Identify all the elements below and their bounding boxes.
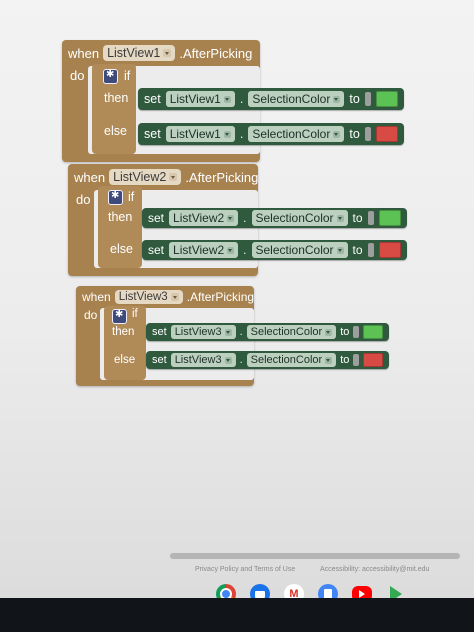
set-block-else[interactable]: set ListView1 . SelectionColor to bbox=[138, 123, 404, 145]
component-dropdown[interactable]: ListView1 bbox=[165, 91, 235, 107]
event-header: when ListView3 .AfterPicking bbox=[76, 286, 254, 308]
component-dropdown[interactable]: ListView3 bbox=[170, 353, 236, 367]
else-label: else bbox=[104, 124, 127, 138]
if-label: if bbox=[124, 69, 131, 83]
event-name: .AfterPicking bbox=[179, 45, 253, 61]
to-label: to bbox=[352, 211, 363, 225]
to-label: to bbox=[340, 326, 350, 338]
chevron-down-icon bbox=[336, 214, 344, 222]
privacy-link[interactable]: Privacy Policy and Terms of Use bbox=[195, 566, 295, 573]
else-label: else bbox=[110, 242, 133, 256]
event-header: when ListView1 .AfterPicking bbox=[62, 40, 252, 66]
else-label: else bbox=[114, 354, 136, 366]
set-label: set bbox=[144, 92, 161, 106]
component-dropdown[interactable]: ListView2 bbox=[109, 169, 182, 185]
chevron-down-icon bbox=[163, 49, 172, 57]
chevron-down-icon bbox=[333, 95, 341, 103]
to-label: to bbox=[340, 354, 350, 366]
event-name: .AfterPicking bbox=[185, 169, 259, 185]
event-header: when ListView2 .AfterPicking bbox=[68, 164, 258, 190]
if-label: if bbox=[128, 190, 135, 204]
set-block-then[interactable]: set ListView3 . SelectionColor to bbox=[146, 323, 390, 341]
set-label: set bbox=[152, 354, 167, 366]
then-label: then bbox=[112, 326, 135, 338]
chevron-down-icon bbox=[325, 328, 333, 336]
dot-separator: . bbox=[239, 127, 244, 141]
color-block-connector bbox=[367, 243, 374, 257]
chevron-down-icon bbox=[227, 246, 235, 254]
set-block-else[interactable]: set ListView3 . SelectionColor to bbox=[146, 351, 390, 369]
dot-separator: . bbox=[239, 326, 243, 338]
color-block-connector bbox=[353, 354, 360, 366]
color-block-connector bbox=[364, 127, 371, 141]
chevron-down-icon bbox=[224, 356, 232, 364]
color-block-connector bbox=[364, 92, 371, 106]
chevron-down-icon bbox=[333, 130, 341, 138]
chevron-down-icon bbox=[169, 173, 178, 181]
dot-separator: . bbox=[239, 354, 243, 366]
then-label: then bbox=[108, 210, 133, 224]
workspace: when ListView1 .AfterPicking do if then … bbox=[0, 0, 474, 604]
set-label: set bbox=[148, 243, 165, 257]
gear-icon[interactable] bbox=[103, 69, 118, 84]
color-red-swatch[interactable] bbox=[375, 126, 398, 142]
chevron-down-icon bbox=[227, 214, 235, 222]
monitor-bezel bbox=[0, 598, 474, 632]
do-label: do bbox=[84, 308, 98, 322]
horizontal-scrollbar[interactable] bbox=[170, 553, 460, 559]
set-label: set bbox=[152, 326, 167, 338]
color-red-swatch[interactable] bbox=[363, 353, 384, 367]
to-label: to bbox=[352, 243, 363, 257]
set-label: set bbox=[144, 127, 161, 141]
set-block-then[interactable]: set ListView2 . SelectionColor to bbox=[142, 208, 407, 228]
set-block-then[interactable]: set ListView1 . SelectionColor to bbox=[138, 88, 404, 110]
color-block-connector bbox=[367, 211, 374, 225]
property-dropdown[interactable]: SelectionColor bbox=[248, 91, 345, 107]
chevron-down-icon bbox=[325, 356, 333, 364]
component-dropdown[interactable]: ListView3 bbox=[170, 325, 236, 339]
dot-separator: . bbox=[239, 92, 244, 106]
when-label: when bbox=[82, 290, 111, 304]
dot-separator: . bbox=[243, 211, 247, 225]
gear-icon[interactable] bbox=[112, 309, 127, 324]
set-block-else[interactable]: set ListView2 . SelectionColor to bbox=[142, 240, 407, 260]
property-dropdown[interactable]: SelectionColor bbox=[246, 325, 337, 339]
color-green-swatch[interactable] bbox=[363, 325, 384, 339]
property-dropdown[interactable]: SelectionColor bbox=[248, 126, 345, 142]
accessibility-link[interactable]: Accessibility: accessibility@mit.edu bbox=[320, 566, 429, 573]
color-green-swatch[interactable] bbox=[375, 91, 398, 107]
if-block[interactable]: if then else bbox=[98, 186, 142, 268]
if-label: if bbox=[132, 308, 138, 320]
color-block-connector bbox=[353, 326, 360, 338]
chevron-down-icon bbox=[223, 130, 231, 138]
event-name: .AfterPicking bbox=[186, 290, 255, 304]
chevron-down-icon bbox=[223, 95, 231, 103]
if-block[interactable]: if then else bbox=[92, 64, 136, 154]
if-block[interactable]: if then else bbox=[104, 306, 146, 380]
do-label: do bbox=[70, 68, 85, 83]
component-dropdown[interactable]: ListView2 bbox=[169, 210, 239, 226]
property-dropdown[interactable]: SelectionColor bbox=[246, 353, 337, 367]
color-green-swatch[interactable] bbox=[378, 210, 401, 226]
property-dropdown[interactable]: SelectionColor bbox=[251, 210, 348, 226]
component-dropdown[interactable]: ListView3 bbox=[114, 290, 183, 304]
chevron-down-icon bbox=[224, 328, 232, 336]
component-dropdown[interactable]: ListView1 bbox=[103, 45, 176, 61]
when-label: when bbox=[74, 169, 106, 185]
to-label: to bbox=[349, 127, 360, 141]
to-label: to bbox=[349, 92, 360, 106]
chevron-down-icon bbox=[336, 246, 344, 254]
component-dropdown[interactable]: ListView1 bbox=[165, 126, 235, 142]
chevron-down-icon bbox=[170, 293, 179, 301]
component-dropdown[interactable]: ListView2 bbox=[169, 242, 239, 258]
set-label: set bbox=[148, 211, 165, 225]
dot-separator: . bbox=[243, 243, 247, 257]
do-label: do bbox=[76, 192, 91, 207]
when-label: when bbox=[68, 45, 100, 61]
gear-icon[interactable] bbox=[108, 190, 123, 205]
color-red-swatch[interactable] bbox=[378, 242, 401, 258]
property-dropdown[interactable]: SelectionColor bbox=[251, 242, 348, 258]
then-label: then bbox=[104, 91, 129, 105]
